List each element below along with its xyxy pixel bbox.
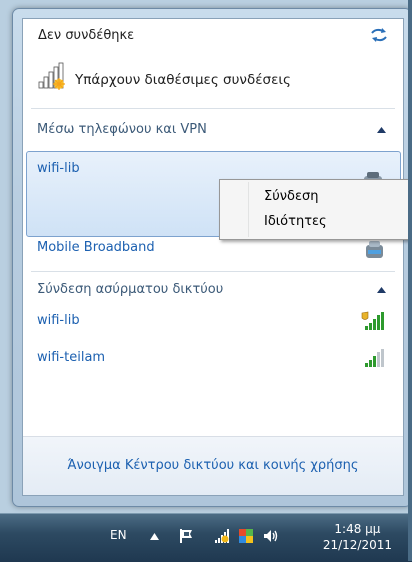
available-connections-text: Υπάρχουν διαθέσιμες συνδέσεις: [75, 72, 291, 88]
divider: [31, 108, 395, 109]
taskbar: EN 1:48 μμ 21/12/2011: [0, 513, 412, 562]
popup-footer: Άνοιγμα Κέντρου δικτύου και κοινής χρήση…: [23, 437, 403, 495]
menu-item-label: Σύνδεση: [264, 189, 319, 204]
show-hidden-icons-icon[interactable]: [150, 533, 159, 540]
language-indicator[interactable]: EN: [110, 528, 127, 542]
refresh-icon[interactable]: [369, 27, 389, 43]
mobile-broadband-icon: [366, 241, 383, 258]
volume-icon[interactable]: [262, 527, 280, 545]
section-title: Σύνδεση ασύρματου δικτύου: [37, 282, 224, 297]
network-name: wifi-lib: [37, 313, 80, 328]
context-menu: Σύνδεση Ιδιότητες: [219, 179, 409, 240]
screen-edge: [408, 0, 412, 561]
connection-status: Δεν συνδέθηκε: [38, 28, 135, 43]
section-dialup-vpn[interactable]: Μέσω τηλεφώνου και VPN: [23, 120, 403, 142]
secured-signal-strength-icon: [361, 311, 384, 330]
menu-item-label: Ιδιότητες: [264, 214, 327, 229]
clock-date: 21/12/2011: [322, 538, 392, 552]
menu-item-connect[interactable]: Σύνδεση: [222, 185, 406, 209]
divider: [31, 271, 395, 272]
network-sharing-center-link[interactable]: Άνοιγμα Κέντρου δικτύου και κοινής χρήση…: [23, 458, 403, 473]
menu-item-properties[interactable]: Ιδιότητες: [222, 210, 406, 234]
collapse-chevron-icon[interactable]: [377, 127, 386, 133]
network-item-mobile-broadband[interactable]: Mobile Broadband: [23, 236, 403, 264]
colorful-app-icon[interactable]: [237, 527, 255, 545]
available-connections-icon: [38, 62, 65, 90]
network-name: wifi-lib: [37, 161, 80, 176]
action-center-flag-icon[interactable]: [177, 527, 195, 545]
wifi-network-item[interactable]: wifi-teilam: [23, 346, 403, 374]
wifi-network-item[interactable]: wifi-lib: [23, 309, 403, 337]
section-title: Μέσω τηλεφώνου και VPN: [37, 122, 207, 137]
clock-time: 1:48 μμ: [334, 522, 381, 536]
collapse-chevron-icon[interactable]: [377, 287, 386, 293]
network-name: Mobile Broadband: [37, 240, 155, 255]
network-icon[interactable]: [213, 527, 231, 545]
section-wireless[interactable]: Σύνδεση ασύρματου δικτύου: [23, 280, 403, 302]
network-popup: Δεν συνδέθηκε Υπάρχουν διαθέσιμες συνδέσ…: [22, 18, 404, 496]
taskbar-clock[interactable]: 1:48 μμ 21/12/2011: [323, 521, 392, 553]
network-name: wifi-teilam: [37, 350, 106, 365]
signal-strength-icon: [365, 349, 384, 367]
